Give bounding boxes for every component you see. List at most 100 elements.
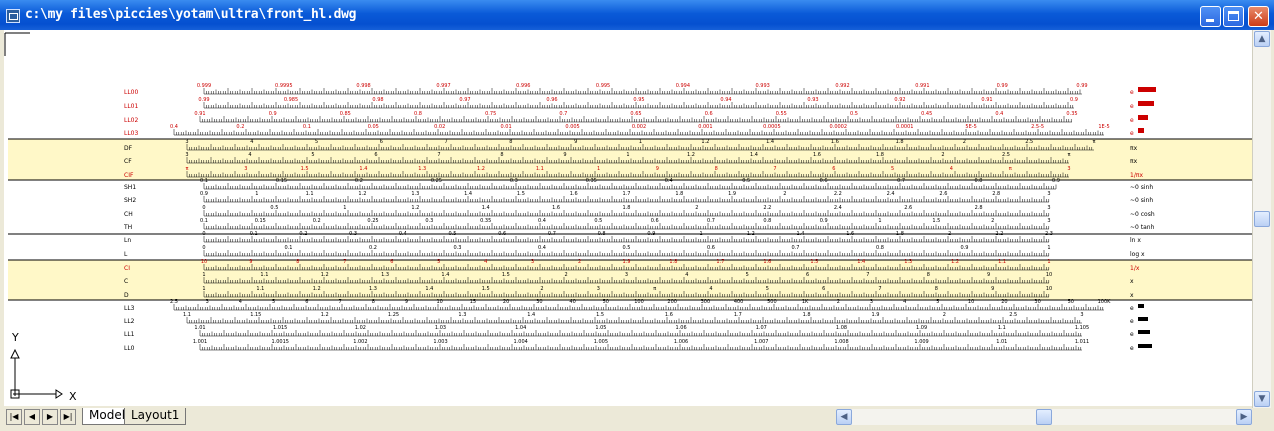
scale-mark: 0.4 <box>170 124 178 130</box>
horizontal-scrollbar[interactable]: ◀ ▶ <box>836 409 1252 425</box>
scale-mark: 6 <box>390 259 393 265</box>
scale-mark: 1.04 <box>515 325 526 331</box>
scale-mark: 1.8 <box>876 152 884 158</box>
horizontal-scroll-thumb[interactable] <box>1036 409 1052 425</box>
scale-mark: 8 <box>372 299 375 305</box>
scale-mark: 1.1 <box>306 191 314 197</box>
tab-last-button[interactable]: ▶| <box>60 409 76 425</box>
scale-mark: 0.9 <box>1052 178 1060 184</box>
scale-function-label: πx <box>1130 158 1138 165</box>
scale-mark: 1K <box>802 299 809 305</box>
scale-mark: 0.9995 <box>275 83 293 89</box>
ucs-y-label: Y <box>11 331 19 344</box>
scale-mark: 5 <box>766 286 769 292</box>
scale-mark: 1 <box>700 231 703 237</box>
title-bar[interactable]: c:\my files\piccies\yotam\ultra\front_hl… <box>0 0 1274 30</box>
scale-mark: 2.2 <box>995 231 1003 237</box>
scale-mark: 4 <box>250 139 253 145</box>
scale-mark: 6 <box>806 272 809 278</box>
scale-row-ch: CH 0 0.5 1 1.2 1.4 1.6 1.8 2 2.2 2.4 2.6 2.8 3 ~0 cosh <box>124 205 1155 218</box>
tab-prev-button[interactable]: ◀ <box>24 409 40 425</box>
scale-mark: 1.002 <box>353 339 367 345</box>
scale-function-label: e <box>1130 318 1134 325</box>
tab-next-button[interactable]: ▶ <box>42 409 58 425</box>
scale-row-ll03: LL03 0.4 0.2 0.1 0.05 0.02 0.01 0.005 0.002 0.001… <box>124 124 1134 137</box>
scale-mark: 1.9 <box>623 259 631 265</box>
scale-mark: 0.992 <box>835 83 849 89</box>
scale-function-label: log x <box>1130 251 1145 258</box>
scale-mark: 1.01 <box>194 325 205 331</box>
scale-mark: 1.4 <box>441 272 449 278</box>
scroll-right-icon: ▶ <box>1240 412 1248 422</box>
scale-mark: 2.5-5 <box>1031 124 1044 130</box>
scale-mark: 0.5 <box>742 178 750 184</box>
scroll-left-button[interactable]: ◀ <box>836 409 852 425</box>
scroll-right-button[interactable]: ▶ <box>1236 409 1252 425</box>
scale-mark: 6 <box>822 286 825 292</box>
scale-mark: 4 <box>903 299 906 305</box>
tab-first-button[interactable]: |◀ <box>6 409 22 425</box>
scale-mark: 0.1 <box>250 231 258 237</box>
maximize-button[interactable] <box>1223 6 1244 27</box>
scale-mark: 30 <box>1034 299 1040 305</box>
scale-mark: 0.85 <box>340 111 351 117</box>
tab-layout1[interactable]: Layout1 <box>124 408 187 425</box>
minimize-button[interactable] <box>1200 6 1221 27</box>
scale-mark: 2.4 <box>887 191 895 197</box>
vertical-scrollbar[interactable]: ▲ ▼ <box>1252 30 1271 408</box>
scale-mark: 1.3 <box>418 166 426 172</box>
scale-mark: 3 <box>244 166 247 172</box>
scale-mark: 2.3 <box>1045 231 1053 237</box>
scale-mark: 1.6 <box>831 139 839 145</box>
scale-function-label: 1/πx <box>1130 172 1143 179</box>
drawing-canvas[interactable]: LL00 0.999 0.9995 0.998 0.997 0.996 0.995 0.994… <box>4 30 1252 406</box>
scale-mark: 2.6 <box>939 191 947 197</box>
scale-mark: 0.9 <box>961 245 969 251</box>
scale-mark: 8 <box>500 152 503 158</box>
scale-mark: 0.7 <box>559 111 567 117</box>
scale-mark: 3 <box>206 299 209 305</box>
scale-mark: 0.91 <box>194 111 205 117</box>
scale-mark: 6 <box>380 139 383 145</box>
scale-mark: 0.991 <box>915 83 929 89</box>
scale-mark: π <box>1092 139 1095 145</box>
ll-marker-bar <box>1138 317 1148 321</box>
scale-row-ll0: LL0 1.001 1.0015 1.002 1.003 1.004 1.005 1.006 1… <box>124 339 1134 352</box>
scale-mark: 1.2 <box>411 205 419 211</box>
close-icon: ✕ <box>1253 9 1264 24</box>
scale-mark: 4 <box>685 272 688 278</box>
scale-mark: 9 <box>249 259 252 265</box>
scale-mark: 0.95 <box>633 97 644 103</box>
scale-row-ll02: LL02 0.91 0.9 0.85 0.8 0.75 0.7 0.65 0.6 0.55 0.5 0… <box>124 111 1134 124</box>
scale-mark: 0.2 <box>313 218 321 224</box>
scale-function-label: e <box>1130 117 1134 124</box>
scale-mark: 4 <box>950 166 953 172</box>
scale-mark: 2 <box>578 259 581 265</box>
scroll-up-button[interactable]: ▲ <box>1254 31 1270 47</box>
scale-mark: 0.4 <box>995 111 1003 117</box>
scale-mark: 1.2 <box>358 191 366 197</box>
scale-mark: 1.5 <box>502 272 510 278</box>
scale-mark: 1.001 <box>193 339 207 345</box>
scale-row-ll1: LL1 1.01 1.015 1.02 1.03 1.04 1.05 1.06 1.07 1.08… <box>124 325 1134 338</box>
close-button[interactable]: ✕ <box>1248 6 1269 27</box>
scale-mark: 1.9 <box>728 191 736 197</box>
scale-mark: 1.5 <box>517 191 525 197</box>
ll-marker-bar <box>1138 115 1148 120</box>
scale-mark: 9 <box>991 286 994 292</box>
scale-mark: 3 <box>870 299 873 305</box>
scale-mark: 0.35 <box>1066 111 1077 117</box>
scale-label: LL3 <box>124 305 135 312</box>
vertical-scroll-thumb[interactable] <box>1254 211 1270 227</box>
scale-mark: 0.94 <box>720 97 731 103</box>
scale-mark: 0.9 <box>200 191 208 197</box>
scale-function-label: e <box>1130 103 1134 110</box>
scale-mark: 0 <box>202 245 205 251</box>
scroll-down-button[interactable]: ▼ <box>1254 391 1270 407</box>
ll-marker-bar <box>1138 330 1150 334</box>
scale-mark: 5 <box>272 299 275 305</box>
scale-mark: 0.0002 <box>830 124 848 130</box>
scale-mark: 1 <box>639 139 642 145</box>
autocad-drawing-icon[interactable] <box>6 9 20 23</box>
scale-mark: 3 <box>597 286 600 292</box>
